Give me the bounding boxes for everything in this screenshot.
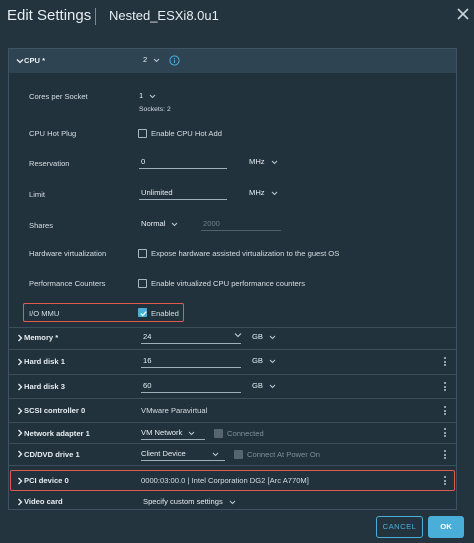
cpu-count-value: 2 [143, 55, 148, 64]
vm-name: Nested_ESXi8.0u1 [109, 8, 219, 23]
pci-device-label: PCI device 0 [24, 476, 69, 485]
cores-per-socket-select[interactable]: 1 [139, 89, 165, 103]
perf-counters-checkbox-label: Enable virtualized CPU performance count… [151, 279, 306, 288]
chevron-down-icon [188, 430, 195, 437]
iommu-label: I/O MMU [29, 309, 60, 318]
chevron-down-icon [269, 383, 276, 390]
perf-counters-checkbox[interactable] [138, 279, 147, 288]
chevron-down-icon[interactable] [233, 330, 243, 340]
reservation-label: Reservation [29, 159, 70, 168]
check-icon [140, 311, 147, 317]
chevron-down-icon [149, 93, 156, 100]
hw-virtualization-checkbox[interactable] [138, 249, 147, 258]
scsi-controller-label: SCSI controller 0 [24, 406, 86, 415]
limit-input[interactable]: Unlimited [139, 186, 227, 200]
shares-label: Shares [29, 221, 54, 230]
connect-at-power-on-checkbox[interactable] [234, 450, 243, 459]
hard-disk-3-row[interactable]: Hard disk 3 60 GB [9, 375, 456, 399]
ok-button[interactable]: OK [428, 516, 464, 538]
hw-virtualization-label: Hardware virtualization [29, 249, 107, 258]
memory-unit-select[interactable]: GB [252, 330, 280, 344]
dialog-header: Edit Settings Nested_ESXi8.0u1 [0, 0, 474, 34]
chevron-down-icon [229, 499, 236, 506]
limit-unit-select[interactable]: MHz [249, 186, 281, 200]
scsi-controller-value: VMware Paravirtual [141, 406, 208, 415]
more-actions-icon[interactable] [442, 356, 448, 368]
settings-panel: CPU * 2 Cores per Socket 1 Sockets: 2 CP… [8, 48, 457, 510]
reservation-input[interactable]: 0 [139, 155, 227, 169]
shares-level: Normal [141, 219, 166, 228]
iommu-checkbox[interactable] [138, 308, 147, 317]
hard-disk-3-label: Hard disk 3 [24, 382, 65, 391]
video-card-select[interactable]: Specify custom settings [143, 495, 243, 509]
video-card-label: Video card [24, 497, 63, 506]
more-actions-icon[interactable] [442, 405, 448, 417]
chevron-down-icon [171, 221, 178, 228]
cpu-label: CPU * [24, 56, 46, 65]
cpu-hot-plug-label: CPU Hot Plug [29, 129, 77, 138]
connect-at-power-on-label: Connect At Power On [247, 450, 321, 459]
pci-device-row[interactable]: PCI device 0 0000:03:00.0 | Intel Corpor… [9, 470, 456, 491]
iommu-enabled-label: Enabled [151, 309, 179, 318]
shares-value-input[interactable]: 2000 [201, 217, 281, 231]
cpu-hot-add-checkbox[interactable] [138, 129, 147, 138]
network-connected-checkbox[interactable] [214, 429, 223, 438]
perf-counters-label: Performance Counters [29, 279, 106, 288]
cdrom-label: CD/DVD drive 1 [24, 450, 80, 459]
reservation-unit: MHz [249, 157, 265, 166]
hard-disk-1-row[interactable]: Hard disk 1 16 GB [9, 350, 456, 375]
cdrom-type-value: Client Device [141, 449, 186, 458]
network-adapter-row[interactable]: Network adapter 1 VM Network Connected [9, 423, 456, 444]
close-icon[interactable] [454, 5, 472, 23]
limit-label: Limit [29, 190, 46, 199]
hard-disk-3-unit: GB [252, 381, 263, 390]
info-icon[interactable] [169, 55, 180, 66]
cdrom-row[interactable]: CD/DVD drive 1 Client Device Connect At … [9, 444, 456, 466]
dialog-title: Edit Settings [7, 7, 92, 24]
network-connected-label: Connected [227, 429, 264, 438]
chevron-down-icon [271, 159, 278, 166]
shares-level-select[interactable]: Normal [141, 217, 183, 231]
hard-disk-1-unit: GB [252, 356, 263, 365]
network-adapter-label: Network adapter 1 [24, 429, 90, 438]
memory-row[interactable]: Memory * 24 GB [9, 328, 456, 350]
pci-device-value: 0000:03:00.0 | Intel Corporation DG2 [Ar… [141, 476, 309, 485]
cores-per-socket-label: Cores per Socket [29, 92, 88, 101]
chevron-down-icon [269, 334, 276, 341]
more-actions-icon[interactable] [442, 381, 448, 393]
video-card-value: Specify custom settings [143, 497, 223, 506]
limit-unit: MHz [249, 188, 265, 197]
cpu-section-header[interactable]: CPU * 2 [9, 49, 456, 73]
title-divider [95, 8, 96, 25]
memory-input[interactable]: 24 [141, 330, 241, 344]
edit-settings-dialog: Edit Settings Nested_ESXi8.0u1 CPU * 2 C… [0, 0, 474, 543]
cpu-count-select[interactable]: 2 [143, 53, 165, 67]
network-value: VM Network [141, 428, 183, 437]
chevron-down-icon [269, 358, 276, 365]
chevron-down-icon [212, 451, 219, 458]
more-actions-icon[interactable] [442, 427, 448, 439]
memory-label: Memory * [24, 333, 59, 342]
dialog-footer: CANCEL OK [0, 510, 474, 543]
cpu-hot-add-label: Enable CPU Hot Add [151, 129, 222, 138]
video-card-row[interactable]: Video card Specify custom settings [9, 493, 456, 509]
memory-unit: GB [252, 332, 263, 341]
hard-disk-3-input[interactable]: 60 [141, 379, 241, 393]
hw-virtualization-checkbox-label: Expose hardware assisted virtualization … [151, 249, 340, 258]
hard-disk-1-unit-select[interactable]: GB [252, 354, 280, 368]
cores-per-socket-value: 1 [139, 91, 144, 100]
scsi-controller-row[interactable]: SCSI controller 0 VMware Paravirtual [9, 399, 456, 423]
hard-disk-3-unit-select[interactable]: GB [252, 379, 280, 393]
hard-disk-1-label: Hard disk 1 [24, 357, 65, 366]
sockets-note: Sockets: 2 [139, 106, 171, 113]
reservation-unit-select[interactable]: MHz [249, 155, 281, 169]
cdrom-type-select[interactable]: Client Device [141, 447, 225, 461]
hard-disk-1-input[interactable]: 16 [141, 354, 241, 368]
chevron-down-icon [153, 57, 160, 64]
chevron-down-icon [271, 190, 278, 197]
cancel-button[interactable]: CANCEL [376, 516, 423, 538]
network-select[interactable]: VM Network [141, 426, 205, 440]
more-actions-icon[interactable] [442, 475, 448, 487]
more-actions-icon[interactable] [442, 449, 448, 461]
